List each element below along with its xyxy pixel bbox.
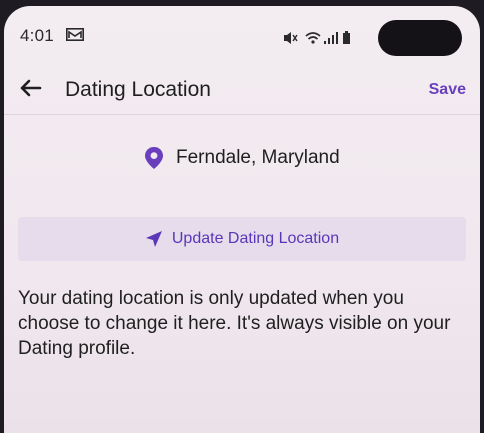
phone-screen: 4:01 Dating Location Save Ferndale, Mary… xyxy=(4,6,480,433)
arrow-left-icon[interactable] xyxy=(16,74,44,102)
location-info-text: Your dating location is only updated whe… xyxy=(18,288,451,359)
save-button[interactable]: Save xyxy=(429,81,466,99)
wifi-icon xyxy=(305,32,321,44)
message-icon xyxy=(66,28,84,41)
system-status-icons xyxy=(284,31,350,44)
location-name: Ferndale, Maryland xyxy=(176,147,340,168)
update-button-label: Update Dating Location xyxy=(171,230,340,247)
status-bar: 4:01 xyxy=(4,6,480,60)
navigation-arrow-icon xyxy=(145,231,162,247)
header-toolbar: Dating Location Save xyxy=(4,62,480,115)
page-title: Dating Location xyxy=(65,78,211,101)
update-dating-location-button[interactable]: Update Dating Location xyxy=(18,217,466,261)
location-pin-icon xyxy=(145,147,163,169)
camera-cutout xyxy=(378,20,462,56)
signal-icon xyxy=(324,32,338,44)
mute-icon xyxy=(284,32,298,44)
status-time: 4:01 xyxy=(20,26,54,45)
current-location: Ferndale, Maryland xyxy=(144,144,340,172)
battery-icon xyxy=(343,31,350,44)
